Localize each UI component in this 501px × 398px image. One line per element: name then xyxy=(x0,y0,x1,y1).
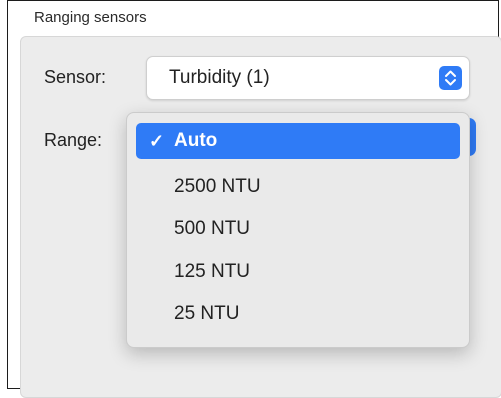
checkmark-icon: ✓ xyxy=(149,131,165,151)
sensor-select[interactable]: Turbidity (1) xyxy=(146,56,470,100)
range-label: Range: xyxy=(44,130,103,150)
menu-item-500-ntu[interactable]: 500 NTU xyxy=(136,211,460,247)
menu-item-25-ntu[interactable]: 25 NTU xyxy=(136,296,460,332)
menu-item-label: 25 NTU xyxy=(174,303,240,324)
group-title: Ranging sensors xyxy=(34,9,147,26)
menu-item-label: Auto xyxy=(174,130,218,151)
sensor-label: Sensor: xyxy=(44,67,107,87)
menu-item-label: 2500 NTU xyxy=(174,176,261,197)
menu-item-auto[interactable]: ✓ Auto xyxy=(136,123,460,159)
menu-item-label: 125 NTU xyxy=(174,261,251,282)
menu-item-label: 500 NTU xyxy=(174,218,251,239)
sensor-select-value: Turbidity (1) xyxy=(169,67,270,88)
menu-item-2500-ntu[interactable]: 2500 NTU xyxy=(136,169,460,205)
up-down-stepper-icon xyxy=(439,66,462,90)
menu-item-125-ntu[interactable]: 125 NTU xyxy=(136,254,460,290)
range-dropdown-menu: ✓ Auto 2500 NTU 500 NTU 125 NTU 25 NTU xyxy=(126,112,470,348)
